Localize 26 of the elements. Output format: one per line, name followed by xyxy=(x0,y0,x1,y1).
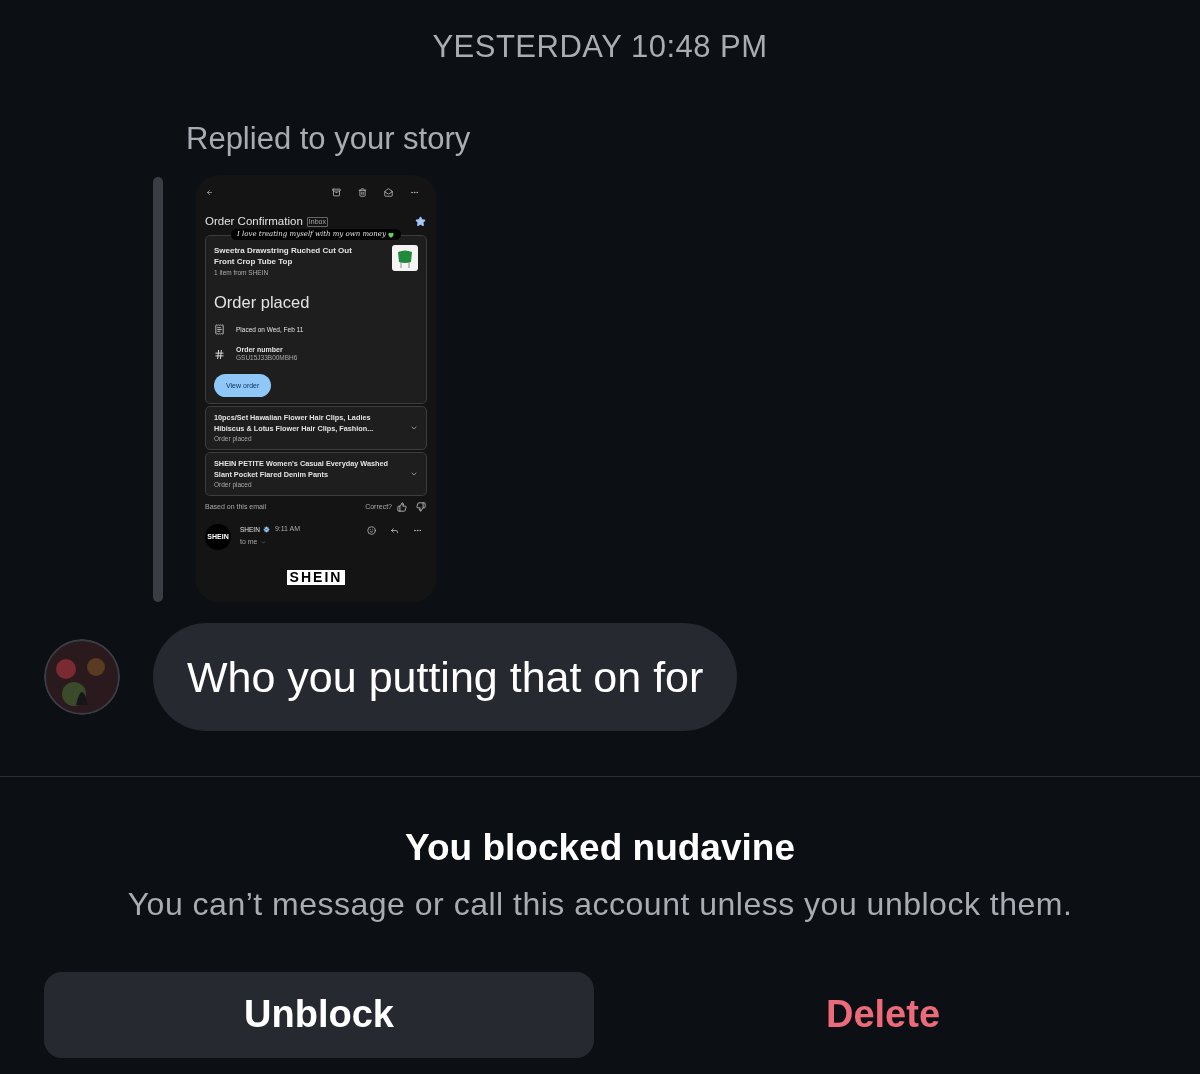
thumbs-up-icon xyxy=(397,502,407,512)
story-screenshot[interactable] xyxy=(196,175,436,602)
chevron-icon xyxy=(260,539,266,545)
trash-icon xyxy=(358,187,367,197)
heart-icon xyxy=(386,230,395,239)
product-title: Sweetra Drawstring Ruched Cut Out Front Crop Tube Top xyxy=(214,244,353,267)
reply-label: Replied to your story xyxy=(186,119,472,158)
emoji-icon xyxy=(367,526,376,536)
brand-logo: SHEIN xyxy=(286,570,346,586)
email-subject: Order Confirmation xyxy=(205,214,303,229)
timestamp: YESTERDAY 10:48 PM xyxy=(432,28,768,66)
blocked-title: You blocked nudavine xyxy=(405,826,795,870)
message-bubble: Who you putting that on for xyxy=(153,623,738,731)
blocked-text: You can’t message or call this account unless you unblock them. xyxy=(127,884,1073,924)
hash-icon xyxy=(214,348,225,360)
receipt-icon xyxy=(214,324,225,336)
unblock-button[interactable]: Unblock xyxy=(44,971,594,1058)
delete-button[interactable]: Delete xyxy=(608,971,1158,1058)
verified-icon xyxy=(262,526,270,533)
back-icon xyxy=(206,188,213,196)
order-status: Order placed xyxy=(214,291,311,313)
archive-icon xyxy=(332,187,341,197)
thumbs-down-icon xyxy=(416,502,426,512)
star-icon[interactable] xyxy=(415,216,426,228)
reply-icon xyxy=(390,526,399,536)
mail-icon xyxy=(384,187,393,197)
